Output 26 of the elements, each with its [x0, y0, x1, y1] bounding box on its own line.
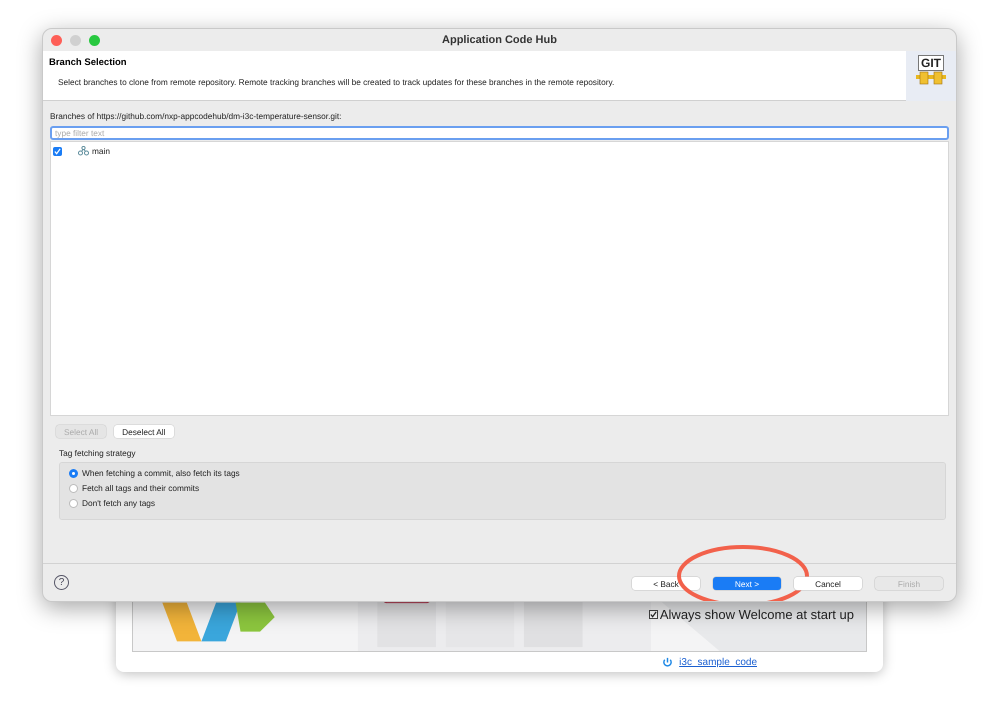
git-logo: GIT: [906, 51, 956, 101]
footer-button[interactable]: < Back: [632, 577, 700, 590]
page-title: Branch Selection: [49, 56, 128, 70]
group-title: Tag fetching strategy: [59, 447, 137, 460]
project-link[interactable]: i3c_sample_code: [679, 654, 757, 670]
help-icon[interactable]: ?: [54, 575, 69, 590]
tag-radio[interactable]: When fetching a commit, also fetch its tags: [69, 468, 240, 479]
page-description: Select branches to clone from remote repository. Remote tracking branches will be created to track updates for these branches in the remote repository.: [57, 76, 614, 89]
tag-radio[interactable]: Don't fetch any tags: [69, 498, 156, 509]
branches-label: Branches of https://github.com/nxp-appcodehub/dm-i3c-temperature-sensor.git:: [50, 110, 342, 122]
radio-label: Fetch all tags and their commits: [82, 482, 200, 495]
branch-name[interactable]: main: [92, 145, 110, 158]
tag-radio[interactable]: Fetch all tags and their commits: [69, 482, 200, 494]
power-icon: [662, 656, 674, 668]
window-title: Application Code Hub: [442, 32, 557, 48]
minimize-icon[interactable]: [70, 35, 81, 46]
footer-button[interactable]: Next >: [713, 577, 781, 590]
branch-icon: [78, 146, 89, 156]
zoom-icon[interactable]: [89, 35, 100, 46]
footer-button[interactable]: Cancel: [794, 577, 862, 590]
close-icon[interactable]: [51, 35, 62, 46]
radio-label: When fetching a commit, also fetch its tags: [82, 467, 240, 480]
branch-checkbox[interactable]: [53, 146, 62, 156]
selection-button[interactable]: Deselect All: [114, 425, 174, 438]
radio-label: Don't fetch any tags: [82, 497, 156, 510]
filter-field[interactable]: type filter text: [50, 126, 949, 140]
